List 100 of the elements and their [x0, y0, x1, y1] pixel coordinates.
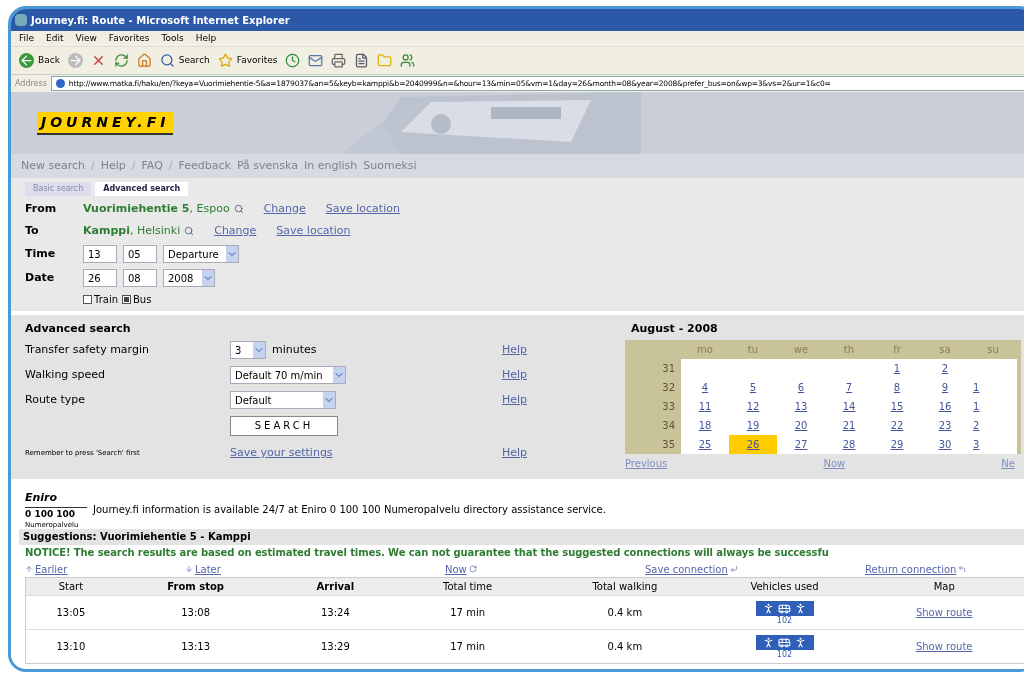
calendar-day[interactable]: 4	[681, 377, 729, 397]
table-cell-text: 0.4 km	[606, 640, 644, 654]
menu-item[interactable]: Help	[195, 31, 217, 46]
calendar-day[interactable]: 14	[825, 396, 873, 416]
menu-item[interactable]: Favorites	[108, 31, 150, 46]
calendar-day[interactable]: 23	[921, 415, 969, 435]
link[interactable]: Change	[214, 222, 257, 240]
calendar-day[interactable]: 1	[969, 377, 1017, 397]
option-select[interactable]: Default	[230, 391, 336, 409]
help-link[interactable]: Help	[501, 445, 527, 462]
table-cell-text: 0.4 km	[606, 606, 644, 620]
calendar-day[interactable]: 11	[681, 396, 729, 416]
down-arrow-icon	[185, 565, 193, 573]
checkbox[interactable]: Train	[83, 292, 118, 307]
star-icon	[217, 53, 233, 68]
toolbar-button[interactable]	[308, 53, 324, 68]
calendar-day[interactable]: 6	[777, 377, 825, 397]
link[interactable]: Save location	[325, 200, 400, 218]
calendar-day[interactable]: 29	[873, 434, 921, 454]
day-field[interactable]: 26	[83, 269, 117, 287]
result-link[interactable]: Save connection	[645, 561, 865, 577]
calendar-day[interactable]: 16	[921, 396, 969, 416]
separator: /	[131, 157, 136, 174]
result-link[interactable]: Earlier	[25, 561, 185, 577]
result-link[interactable]: Later	[185, 561, 445, 577]
menu-item[interactable]: File	[19, 31, 35, 46]
column-header: Map	[932, 580, 956, 594]
vehicle-badge: 102	[755, 600, 814, 625]
calendar-day[interactable]: 5	[729, 377, 777, 397]
toolbar-button[interactable]	[285, 53, 301, 68]
section-title: Advanced search	[25, 321, 132, 337]
table-cell-text: 13:05	[55, 606, 87, 620]
search-icon[interactable]	[233, 204, 244, 214]
minute-field[interactable]: 05	[123, 245, 157, 263]
walk-icon	[762, 601, 775, 615]
tab[interactable]: Advanced search	[95, 182, 189, 196]
calendar-day[interactable]: 1	[969, 396, 1017, 416]
calendar-day[interactable]: 2	[921, 358, 969, 378]
checkbox[interactable]: Bus	[122, 292, 152, 307]
calendar-day[interactable]: 19	[729, 415, 777, 435]
help-link[interactable]: Help	[501, 366, 527, 384]
toolbar-button[interactable]: Favorites	[217, 53, 278, 68]
printer-icon	[331, 53, 347, 68]
calendar-day[interactable]: 20	[777, 415, 825, 435]
toolbar-button[interactable]	[136, 53, 152, 68]
calendar-day[interactable]: 25	[681, 434, 729, 454]
week-number: 32	[661, 380, 676, 395]
show-route-link[interactable]: Show route	[859, 639, 1024, 654]
calendar-day[interactable]: 2	[969, 415, 1017, 435]
calendar-day[interactable]: 13	[777, 396, 825, 416]
option-select[interactable]: 3	[230, 341, 266, 359]
option-select[interactable]: Default 70 m/min	[230, 366, 346, 384]
calendar-day[interactable]: 12	[729, 396, 777, 416]
calendar-day[interactable]: 15	[873, 396, 921, 416]
place-name: Vuorimiehentie 5, Espoo	[83, 200, 230, 217]
calendar-day[interactable]: 28	[825, 434, 873, 454]
results-title: Suggestions: Vuorimiehentie 5 - Kamppi	[19, 529, 1024, 545]
calendar-day[interactable]: 7	[825, 377, 873, 397]
calendar-day[interactable]: 9	[921, 377, 969, 397]
calendar-day[interactable]: 8	[873, 377, 921, 397]
menu-item[interactable]: View	[75, 31, 97, 46]
calendar-day[interactable]: 3	[969, 434, 1017, 454]
search-icon[interactable]	[184, 226, 195, 236]
calendar-day[interactable]: 30	[921, 434, 969, 454]
hour-field[interactable]: 13	[83, 245, 117, 263]
month-field[interactable]: 08	[123, 269, 157, 287]
link[interactable]: Save location	[276, 222, 351, 240]
save-settings-link[interactable]: Save your settings	[230, 445, 333, 462]
field-label: To	[25, 222, 40, 239]
show-route-link[interactable]: Show route	[859, 605, 1024, 620]
separator: /	[91, 157, 95, 174]
toolbar-button[interactable]	[354, 53, 370, 68]
year-select[interactable]: 2008	[163, 269, 215, 287]
menu-item[interactable]: Edit	[46, 31, 64, 46]
search-button[interactable]: SEARCH	[230, 415, 338, 436]
calendar-day[interactable]: 18	[681, 415, 729, 435]
document-icon	[354, 53, 370, 68]
calendar-day[interactable]: 22	[873, 415, 921, 435]
week-number: 31	[661, 361, 676, 376]
link[interactable]: Change	[263, 200, 306, 218]
result-link[interactable]: Now	[445, 561, 645, 577]
help-link[interactable]: Help	[501, 341, 527, 359]
calendar-day[interactable]: 21	[825, 415, 873, 435]
search-icon	[159, 53, 175, 68]
result-link[interactable]: Return connection	[865, 561, 967, 577]
toolbar-button[interactable]	[113, 53, 129, 68]
toolbar-button[interactable]	[331, 53, 347, 68]
table-cell-text: 13:10	[55, 640, 87, 654]
walk-icon	[794, 635, 807, 649]
window-title: Journey.fi: Route - Microsoft Internet Explorer	[31, 13, 290, 28]
help-link[interactable]: Help	[501, 391, 527, 409]
menu-item[interactable]: Tools	[161, 31, 184, 46]
calendar-day[interactable]: 1	[873, 358, 921, 378]
calendar-day[interactable]: 27	[777, 434, 825, 454]
toolbar-button[interactable]: Back	[19, 53, 60, 68]
departure-select[interactable]: Departure	[163, 245, 239, 263]
page-icon	[55, 79, 65, 88]
site-logo[interactable]: JOURNEY.FI	[37, 111, 174, 135]
toolbar-button[interactable]	[400, 53, 416, 68]
toolbar-button[interactable]: Search	[159, 53, 210, 68]
